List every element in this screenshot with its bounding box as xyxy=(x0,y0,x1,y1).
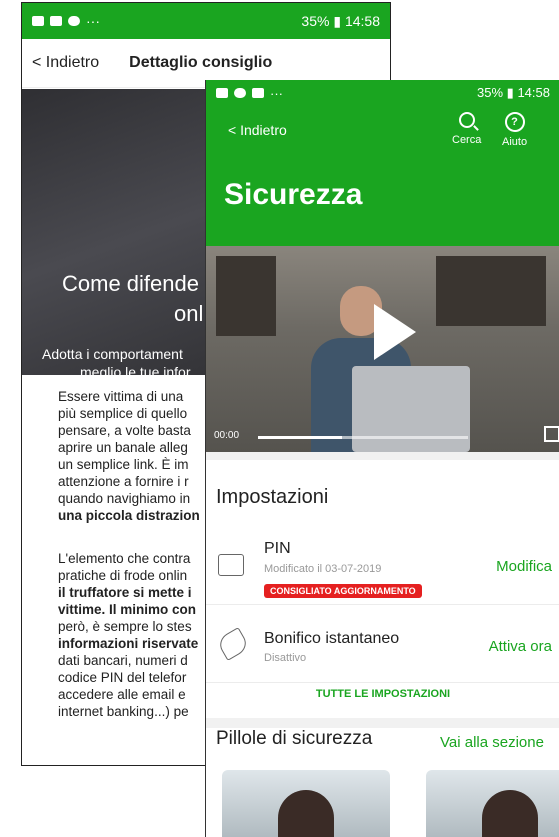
page-title: Dettaglio consiglio xyxy=(129,54,273,71)
battery-level: 35% xyxy=(477,85,504,100)
pin-card-icon xyxy=(218,554,244,576)
pills-section-link[interactable]: Vai alla sezione xyxy=(440,734,544,751)
nav-bar: < Indietro Cerca ? Aiuto xyxy=(206,106,559,152)
header: ··· 35% ▮ 14:58 < Indietro Cerca ? Aiuto… xyxy=(206,80,559,246)
pill-card[interactable] xyxy=(426,770,559,837)
video-player[interactable]: 00:00 xyxy=(206,246,559,452)
clock: 14:58 xyxy=(344,12,380,29)
more-notifications-icon: ··· xyxy=(86,13,100,29)
all-settings-link[interactable]: TUTTE LE IMPOSTAZIONI xyxy=(206,688,559,700)
section-divider xyxy=(206,718,559,728)
card-person xyxy=(278,790,334,837)
mail-icon xyxy=(216,88,228,98)
video-laptop xyxy=(352,366,470,452)
section-divider xyxy=(206,452,559,460)
video-time: 00:00 xyxy=(214,430,240,441)
activate-transfer-button[interactable]: Attiva ora xyxy=(489,638,552,655)
card-person xyxy=(482,790,538,837)
hero-title-line1: Come difende xyxy=(62,271,199,296)
bookshelf xyxy=(216,256,276,336)
status-bar: ··· 35% ▮ 14:58 xyxy=(22,3,390,39)
hero-subtitle-line2: meglio le tue infor xyxy=(80,364,191,380)
chat-icon xyxy=(68,16,80,26)
help-label: Aiuto xyxy=(502,136,528,148)
hero-title-line2: onl xyxy=(174,301,204,326)
fullscreen-icon[interactable] xyxy=(544,426,559,442)
modify-pin-button[interactable]: Modifica xyxy=(496,558,552,575)
clock: 14:58 xyxy=(517,85,550,100)
play-icon[interactable] xyxy=(374,304,416,360)
page-title: Sicurezza xyxy=(224,178,363,211)
settings-item-sub: Modificato il 03-07-2019 xyxy=(264,563,382,575)
status-badge: CONSIGLIATO AGGIORNAMENTO xyxy=(264,584,422,598)
hero-title: Come difende onl xyxy=(62,269,203,329)
pills-title: Pillole di sicurezza xyxy=(216,728,373,749)
mail-icon xyxy=(50,16,62,26)
back-button[interactable]: < Indietro xyxy=(32,54,99,72)
help-icon: ? xyxy=(504,112,525,132)
search-icon xyxy=(458,112,475,128)
help-button[interactable]: ? Aiuto xyxy=(502,112,527,148)
video-progress-bar[interactable] xyxy=(258,436,468,439)
battery-icon: ▮ xyxy=(333,12,342,29)
search-label: Cerca xyxy=(452,134,482,146)
image-icon xyxy=(32,16,44,26)
paper-plane-icon xyxy=(215,627,251,661)
hero-subtitle: Adotta i comportament meglio le tue info… xyxy=(42,345,191,381)
settings-row-pin[interactable]: PIN Modificato il 03-07-2019 CONSIGLIATO… xyxy=(206,528,559,605)
status-bar: ··· 35% ▮ 14:58 xyxy=(206,80,559,106)
battery-level: 35% xyxy=(301,12,330,29)
back-button[interactable]: < Indietro xyxy=(228,122,287,138)
chat-icon xyxy=(234,88,246,98)
bookshelf xyxy=(436,256,546,326)
video-progress-fill xyxy=(258,436,342,439)
settings-title: Impostazioni xyxy=(216,486,329,508)
settings-item-sub: Disattivo xyxy=(264,652,307,664)
pill-card[interactable] xyxy=(222,770,390,837)
security-screen: ··· 35% ▮ 14:58 < Indietro Cerca ? Aiuto… xyxy=(205,80,559,837)
settings-item-name: PIN xyxy=(264,540,291,557)
image-icon xyxy=(252,88,264,98)
battery-icon: ▮ xyxy=(506,85,514,100)
more-notifications-icon: ··· xyxy=(270,85,283,101)
hero-subtitle-line1: Adotta i comportament xyxy=(42,346,183,362)
settings-item-name: Bonifico istantaneo xyxy=(264,630,400,647)
search-button[interactable]: Cerca xyxy=(452,112,481,146)
settings-row-instant-transfer[interactable]: Bonifico istantaneo Disattivo Attiva ora xyxy=(206,606,559,683)
